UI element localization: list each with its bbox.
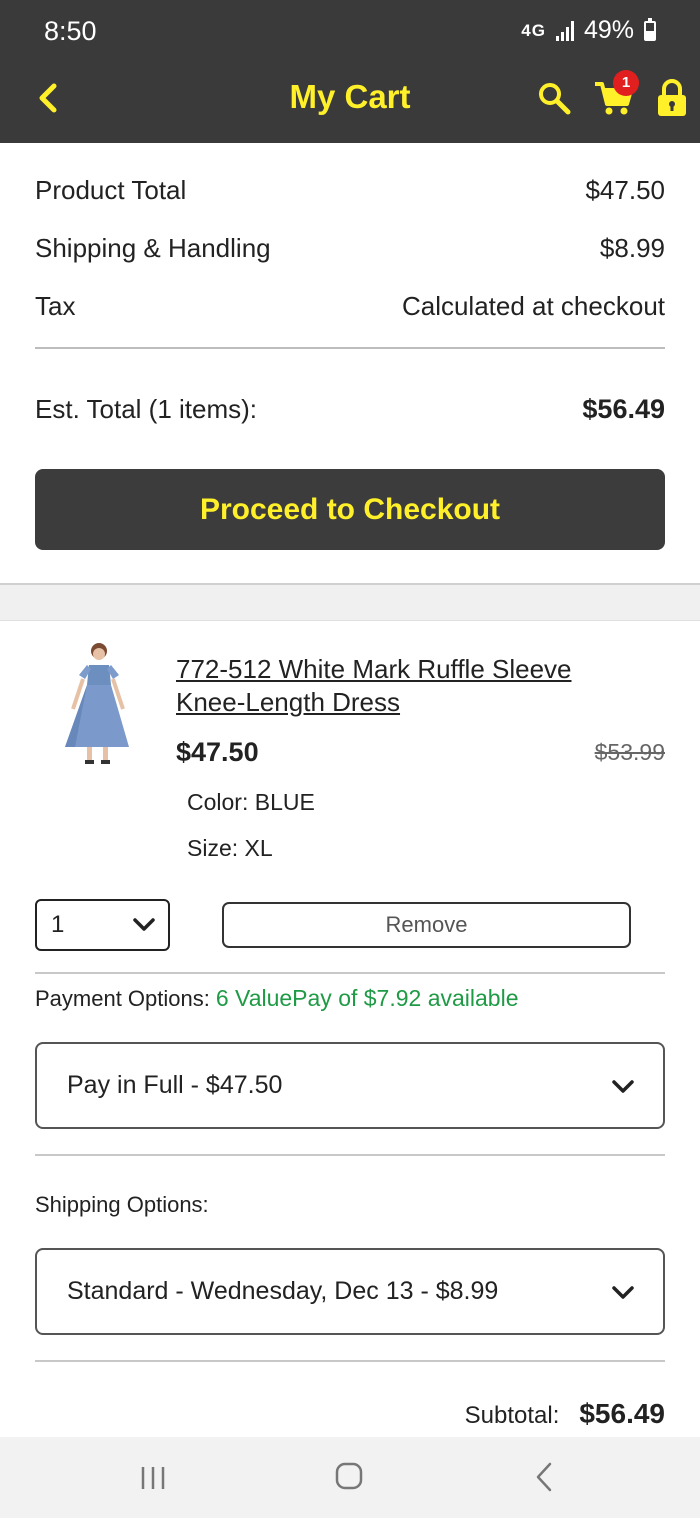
chevron-down-icon — [133, 918, 155, 931]
valuepay-text: 6 ValuePay of $7.92 available — [215, 985, 519, 1011]
divider — [35, 1154, 665, 1156]
est-total-label: Est. Total (1 items): — [35, 393, 258, 424]
shipping-options-label: Shipping Options: — [35, 1192, 209, 1217]
payment-selected-value: Pay in Full - $47.50 — [67, 1071, 283, 1099]
app-header: My Cart 1 — [0, 60, 700, 143]
product-original-price: $53.99 — [594, 739, 665, 765]
product-name-link[interactable]: 772-512 White Mark Ruffle Sleeve Knee-Le… — [176, 653, 636, 719]
shipping-select[interactable]: Standard - Wednesday, Dec 13 - $8.99 — [35, 1248, 665, 1335]
product-image[interactable] — [57, 639, 137, 767]
summary-row-tax: Tax Calculated at checkout — [35, 277, 665, 335]
subtotal-value: $56.49 — [579, 1398, 665, 1429]
product-price: $47.50 — [176, 737, 259, 767]
divider — [35, 972, 665, 974]
quantity-select[interactable]: 1 — [35, 899, 170, 951]
screen: 8:50 4G 49% My Cart 1 Product Total $47.… — [0, 0, 700, 1518]
est-total-row: Est. Total (1 items): $56.49 — [35, 349, 665, 469]
shipping-selected-value: Standard - Wednesday, Dec 13 - $8.99 — [67, 1277, 499, 1305]
remove-button[interactable]: Remove — [222, 902, 631, 948]
payment-select[interactable]: Pay in Full - $47.50 — [35, 1042, 665, 1129]
status-time: 8:50 — [44, 16, 97, 46]
chevron-down-icon — [612, 1286, 634, 1299]
recent-apps-icon[interactable] — [138, 1464, 168, 1492]
lock-icon[interactable] — [654, 78, 690, 118]
search-icon[interactable] — [536, 80, 572, 116]
payment-options-label: Payment Options: — [35, 986, 210, 1011]
proceed-to-checkout-button[interactable]: Proceed to Checkout — [35, 469, 665, 550]
back-icon[interactable] — [532, 1461, 558, 1493]
section-separator — [0, 583, 700, 621]
status-right: 4G 49% — [521, 16, 656, 45]
home-icon[interactable] — [334, 1461, 364, 1491]
battery-text: 49% — [583, 16, 634, 44]
summary-label: Product Total — [35, 174, 187, 205]
product-color: Color: BLUE — [187, 789, 315, 815]
battery-icon — [644, 17, 656, 41]
est-total-value: $56.49 — [582, 393, 665, 424]
subtotal-row: Subtotal: $56.49 — [465, 1398, 665, 1430]
summary-value: Calculated at checkout — [401, 290, 665, 321]
summary-value: $47.50 — [585, 174, 665, 205]
summary-value: $8.99 — [599, 232, 665, 263]
subtotal-label: Subtotal: — [464, 1402, 560, 1429]
summary-row-shipping: Shipping & Handling $8.99 — [35, 219, 665, 277]
network-indicator: 4G — [521, 20, 546, 40]
divider — [35, 1360, 665, 1362]
order-summary: Product Total $47.50 Shipping & Handling… — [35, 143, 665, 550]
status-bar: 8:50 4G 49% — [0, 0, 700, 60]
summary-row-product-total: Product Total $47.50 — [35, 161, 665, 219]
cart-badge: 1 — [613, 70, 639, 96]
signal-icon — [555, 20, 574, 41]
summary-label: Shipping & Handling — [35, 232, 271, 263]
payment-options-row: Payment Options: 6 ValuePay of $7.92 avai… — [35, 985, 519, 1012]
quantity-value: 1 — [51, 911, 65, 938]
system-nav-bar — [0, 1437, 700, 1518]
summary-label: Tax — [35, 290, 76, 321]
chevron-down-icon — [612, 1080, 634, 1093]
product-size: Size: XL — [187, 835, 273, 861]
